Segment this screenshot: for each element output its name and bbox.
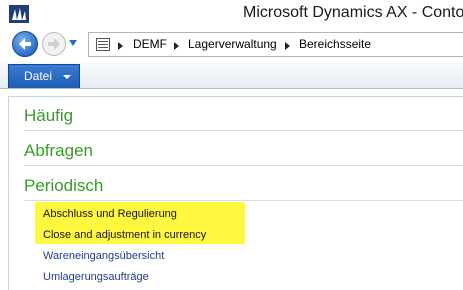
link-transfer-orders[interactable]: Umlagerungsaufträge (43, 271, 149, 283)
navigation-bar: DEMF Lagerverwaltung Bereichsseite (0, 28, 463, 62)
history-dropdown-icon[interactable] (69, 40, 77, 46)
ribbon: Datei (0, 62, 463, 89)
section-header-inquiries[interactable]: Abfragen (24, 141, 93, 161)
section-header-periodic[interactable]: Periodisch (24, 176, 103, 196)
breadcrumb-separator-icon (174, 42, 179, 50)
section-divider (24, 130, 463, 131)
back-button[interactable] (12, 31, 38, 57)
section-header-frequent[interactable]: Häufig (24, 106, 73, 126)
address-page-icon (96, 38, 110, 51)
chevron-down-icon (63, 75, 71, 79)
breadcrumb-separator-icon (285, 42, 290, 50)
section-divider (24, 165, 463, 166)
area-page-content: Häufig Abfragen Periodisch Abschluss und… (8, 96, 463, 290)
link-goods-receipt-overview[interactable]: Wareneingangsübersicht (43, 250, 164, 262)
breadcrumb-company[interactable]: DEMF (133, 37, 167, 51)
window-title: Microsoft Dynamics AX - Contoso (243, 4, 463, 21)
breadcrumb-module[interactable]: Lagerverwaltung (188, 37, 277, 51)
section-divider (24, 200, 463, 201)
arrow-right-icon (48, 38, 60, 50)
address-bar[interactable]: DEMF Lagerverwaltung Bereichsseite (88, 32, 463, 57)
file-tab-button[interactable]: Datei (8, 64, 80, 88)
breadcrumb-separator-icon (118, 42, 123, 50)
arrow-left-icon (19, 38, 31, 50)
title-bar: Microsoft Dynamics AX - Contoso (0, 0, 463, 28)
file-tab-label: Datei (24, 69, 53, 83)
forward-button[interactable] (42, 32, 66, 56)
dynamics-logo-icon (9, 5, 29, 23)
link-closing-and-adjustment[interactable]: Abschluss und Regulierung (43, 208, 177, 220)
breadcrumb-page[interactable]: Bereichsseite (299, 37, 371, 51)
link-close-adjustment-currency[interactable]: Close and adjustment in currency (43, 229, 206, 241)
